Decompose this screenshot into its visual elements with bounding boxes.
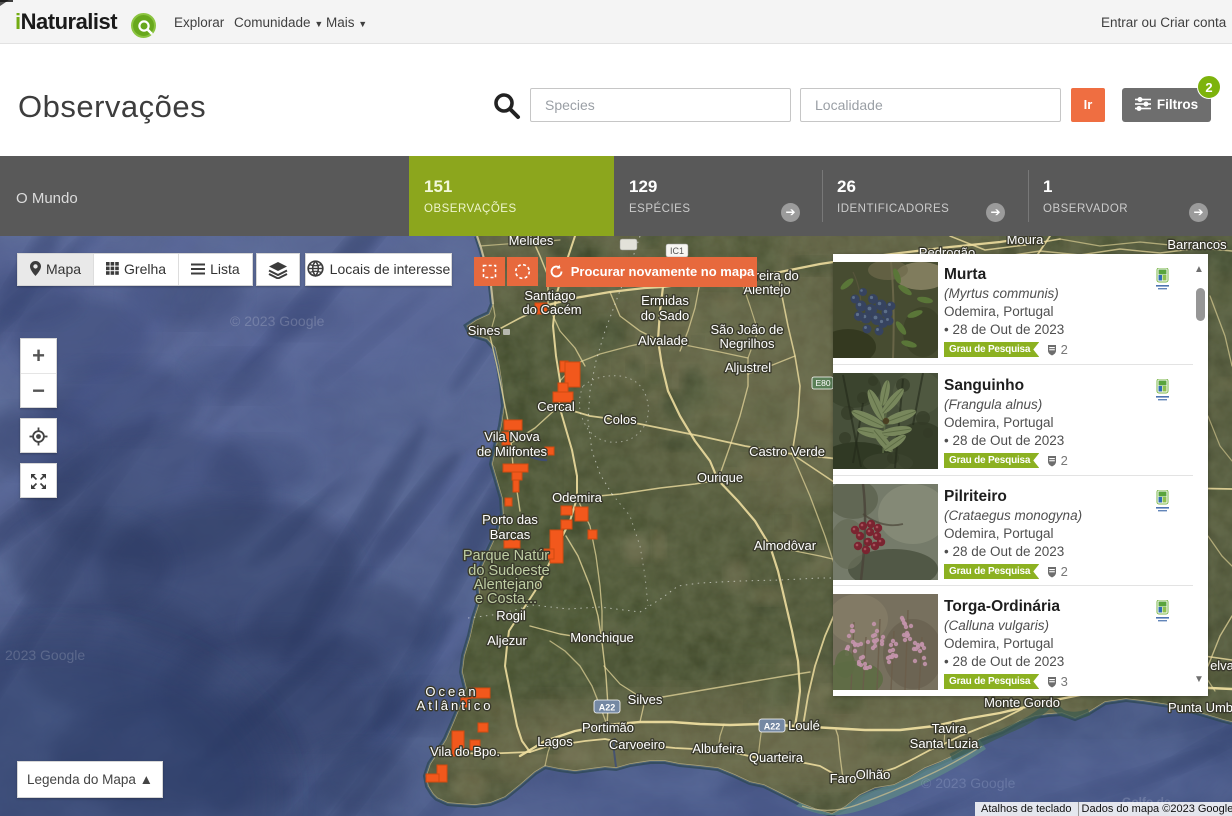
- svg-text:E80: E80: [815, 378, 830, 388]
- svg-text:São João de: São João de: [710, 322, 783, 337]
- svg-text:Portimão: Portimão: [582, 720, 634, 735]
- svg-text:IC1: IC1: [670, 246, 684, 256]
- svg-text:Monte Gordo: Monte Gordo: [984, 695, 1060, 710]
- svg-text:Barrancos: Barrancos: [1167, 237, 1227, 252]
- svg-text:Colos: Colos: [603, 412, 637, 427]
- svg-text:Quarteira: Quarteira: [749, 750, 804, 765]
- svg-text:2023 Google: 2023 Google: [5, 647, 85, 663]
- svg-text:Negrilhos: Negrilhos: [720, 336, 775, 351]
- svg-text:A22: A22: [764, 722, 781, 732]
- svg-text:Aljustrel: Aljustrel: [725, 360, 771, 375]
- svg-text:A22: A22: [599, 703, 616, 713]
- svg-text:Ocean: Ocean: [425, 684, 478, 699]
- svg-text:Silves: Silves: [628, 692, 663, 707]
- svg-text:Ourique: Ourique: [697, 470, 743, 485]
- svg-text:do Cacém: do Cacém: [522, 302, 581, 317]
- svg-text:Tavira: Tavira: [932, 721, 967, 736]
- svg-text:de Milfontes: de Milfontes: [477, 444, 548, 459]
- svg-text:Rogil: Rogil: [496, 608, 526, 623]
- svg-text:Atlântico: Atlântico: [417, 698, 494, 713]
- svg-text:Almodôvar: Almodôvar: [754, 538, 817, 553]
- svg-text:do Sado: do Sado: [641, 308, 689, 323]
- svg-text:Alvalade: Alvalade: [638, 333, 688, 348]
- svg-text:e Costa...: e Costa...: [475, 591, 537, 607]
- svg-text:elva: elva: [1210, 658, 1232, 673]
- svg-text:Porto das: Porto das: [482, 512, 538, 527]
- svg-text:Santa Luzia: Santa Luzia: [910, 736, 979, 751]
- svg-text:Parque Natúr: Parque Natúr: [463, 548, 549, 564]
- svg-text:© 2023 Google: © 2023 Google: [230, 313, 325, 329]
- svg-text:© 2023 Google: © 2023 Google: [921, 775, 1016, 791]
- svg-text:Monchique: Monchique: [570, 630, 634, 645]
- svg-text:Barcas: Barcas: [490, 527, 531, 542]
- svg-text:Punta Umbr: Punta Umbr: [1168, 700, 1232, 715]
- svg-text:Aljezur: Aljezur: [487, 633, 527, 648]
- svg-text:Odemira: Odemira: [552, 490, 603, 505]
- svg-text:Castro Verde: Castro Verde: [749, 444, 825, 459]
- svg-text:Faro: Faro: [830, 771, 857, 786]
- svg-text:Moura: Moura: [1007, 236, 1045, 247]
- svg-text:Santiago: Santiago: [524, 288, 575, 303]
- svg-text:Ermidas: Ermidas: [641, 293, 689, 308]
- svg-text:Sines: Sines: [468, 323, 501, 338]
- svg-text:Loulé: Loulé: [788, 718, 820, 733]
- svg-text:Melides: Melides: [509, 236, 554, 248]
- svg-text:Lagos: Lagos: [537, 734, 573, 749]
- svg-text:Albufeira: Albufeira: [692, 741, 744, 756]
- svg-text:Vila do Bpo.: Vila do Bpo.: [430, 744, 500, 759]
- svg-text:Olhão: Olhão: [856, 767, 891, 782]
- svg-text:Carvoeiro: Carvoeiro: [609, 737, 665, 752]
- svg-text:Vila Nova: Vila Nova: [484, 429, 540, 444]
- svg-text:Cercal: Cercal: [537, 399, 575, 414]
